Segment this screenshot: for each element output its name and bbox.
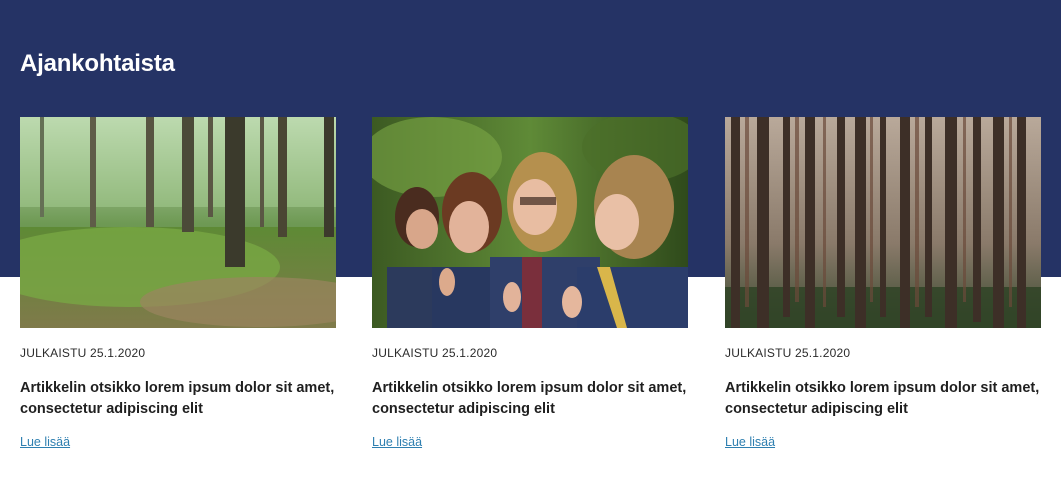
article-published-date: JULKAISTU 25.1.2020: [725, 346, 851, 360]
article-image-scouts[interactable]: [372, 117, 688, 328]
article-title[interactable]: Artikkelin otsikko lorem ipsum dolor sit…: [20, 378, 350, 420]
article-card: JULKAISTU 25.1.2020 Artikkelin otsikko l…: [20, 117, 337, 451]
article-published-date: JULKAISTU 25.1.2020: [372, 346, 498, 360]
section-title: Ajankohtaista: [20, 50, 175, 77]
article-card: JULKAISTU 25.1.2020 Artikkelin otsikko l…: [372, 117, 689, 451]
news-section: Ajankohtaista JULKAISTU 25.1.2020 Artikk…: [0, 0, 1061, 494]
article-title[interactable]: Artikkelin otsikko lorem ipsum dolor sit…: [725, 378, 1055, 420]
article-image-forest-clearing[interactable]: [20, 117, 336, 328]
read-more-link[interactable]: Lue lisää: [725, 435, 775, 449]
read-more-link[interactable]: Lue lisää: [20, 435, 70, 449]
article-title[interactable]: Artikkelin otsikko lorem ipsum dolor sit…: [372, 378, 702, 420]
article-image-pine-forest[interactable]: [725, 117, 1041, 328]
article-card: JULKAISTU 25.1.2020 Artikkelin otsikko l…: [725, 117, 1042, 451]
article-published-date: JULKAISTU 25.1.2020: [20, 346, 146, 360]
read-more-link[interactable]: Lue lisää: [372, 435, 422, 449]
